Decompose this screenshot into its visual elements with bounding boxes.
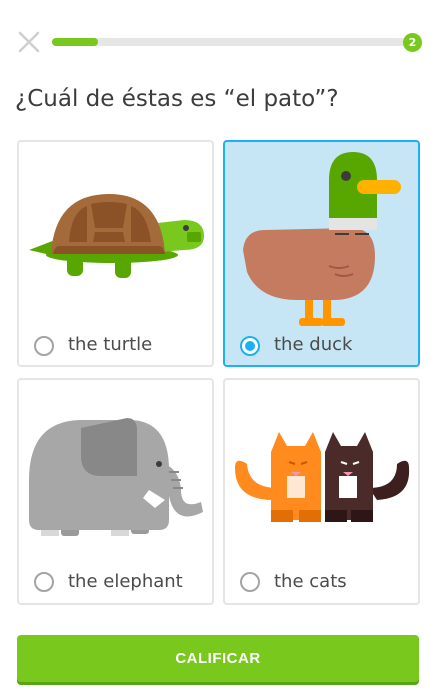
option-card-cats[interactable]: the cats [223,378,420,605]
option-label-elephant: the elephant [68,571,183,592]
progress-badge: 2 [403,33,422,52]
check-button[interactable]: CALIFICAR [17,635,419,682]
option-label-duck: the duck [274,334,353,355]
option-radio-elephant[interactable] [34,572,54,592]
option-radio-cats[interactable] [240,572,260,592]
turtle-icon [29,194,204,278]
close-icon[interactable] [17,30,41,54]
question-title: ¿Cuál de éstas es “el pato”? [15,86,339,112]
option-radio-duck[interactable] [240,336,260,356]
duck-icon [243,152,401,326]
option-card-duck[interactable]: the duck [223,140,420,367]
elephant-icon [29,418,203,536]
progress-fill [52,38,99,46]
option-card-elephant[interactable]: the elephant [17,378,214,605]
option-card-turtle[interactable]: the turtle [17,140,214,367]
option-label-cats: the cats [274,571,347,592]
progress-bar [52,38,407,46]
option-label-turtle: the turtle [68,334,153,355]
option-radio-turtle[interactable] [34,336,54,356]
cats-icon [235,432,410,522]
